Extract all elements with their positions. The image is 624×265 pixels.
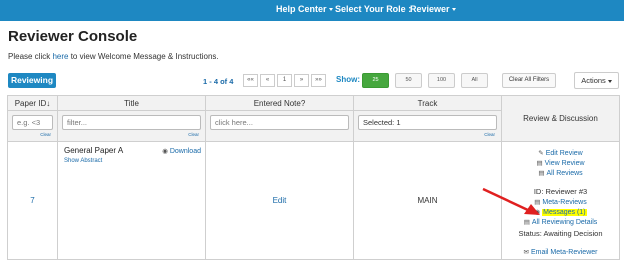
- edit-review-link[interactable]: ✎ Edit Review: [502, 149, 619, 157]
- clear-all-filters-button[interactable]: Clear All Filters: [502, 73, 556, 88]
- note-filter-input[interactable]: click here...: [210, 115, 349, 130]
- pager-page-button[interactable]: 1: [277, 74, 292, 87]
- reviewer-id-text: ID: Reviewer #3: [533, 187, 588, 196]
- download-link[interactable]: ◉ Download: [162, 147, 201, 155]
- view-review-link[interactable]: ▤ View Review: [502, 159, 619, 167]
- show-100-button[interactable]: 100: [428, 73, 455, 88]
- chevron-down-icon: [451, 8, 456, 12]
- pager-first-button[interactable]: ««: [243, 74, 258, 87]
- email-meta-reviewer-link[interactable]: ✉ Email Meta-Reviewer: [502, 248, 619, 256]
- show-50-button[interactable]: 50: [395, 73, 422, 88]
- pager-last-button[interactable]: »»: [311, 74, 326, 87]
- filter-cell-paper-id: e.g. <3 Clear: [7, 110, 58, 142]
- paper-id-filter-input[interactable]: e.g. <3: [12, 115, 53, 130]
- all-reviewing-details-link[interactable]: ▤ All Reviewing Details: [502, 218, 619, 226]
- col-header-track[interactable]: Track: [353, 95, 502, 111]
- paper-id-cell[interactable]: 7: [7, 141, 58, 260]
- top-nav-bar: Help Center Select Your Role : Reviewer: [0, 0, 624, 21]
- role-value: Reviewer: [410, 4, 450, 14]
- pager: «« « 1 » »»: [243, 74, 328, 87]
- email-meta-reviewer-label: Email Meta-Reviewer: [530, 249, 598, 256]
- track-filter-clear[interactable]: Clear: [484, 132, 495, 137]
- edit-review-label: Edit Review: [545, 150, 583, 157]
- title-cell: General Paper A Show Abstract ◉ Download: [57, 141, 206, 260]
- view-review-label: View Review: [544, 160, 585, 167]
- title-filter-clear[interactable]: Clear: [188, 132, 199, 137]
- show-label: Show:: [336, 75, 360, 84]
- chevron-down-icon: [607, 79, 612, 83]
- email-icon: ✉: [523, 249, 529, 256]
- intro-prefix: Please click: [8, 52, 53, 61]
- all-reviews-link[interactable]: ▤ All Reviews: [502, 169, 619, 177]
- col-header-review: Review & Discussion: [501, 95, 620, 142]
- list-icon: ▤: [534, 199, 541, 206]
- actions-label: Actions: [581, 76, 606, 85]
- col-header-title[interactable]: Title: [57, 95, 206, 111]
- edit-note-link[interactable]: Edit: [205, 141, 354, 260]
- table-row: 7 General Paper A Show Abstract ◉ Downloa…: [7, 141, 620, 260]
- intro-suffix: to view Welcome Message & Instructions.: [68, 52, 219, 61]
- list-icon: ▤: [538, 170, 545, 177]
- review-cell: ✎ Edit Review ▤ View Review ▤ All Reviews I…: [501, 141, 620, 260]
- show-abstract-link[interactable]: Show Abstract: [64, 158, 199, 164]
- col-header-paper-id[interactable]: Paper ID↓: [7, 95, 58, 111]
- show-25-button[interactable]: 25: [362, 73, 389, 88]
- list-icon: ▤: [536, 160, 543, 167]
- chevron-down-icon: [328, 8, 333, 12]
- title-filter-input[interactable]: filter...: [62, 115, 201, 130]
- download-icon: ◉: [162, 148, 168, 155]
- track-cell: MAIN: [353, 141, 502, 260]
- paper-id-filter-clear[interactable]: Clear: [40, 132, 51, 137]
- help-center-menu[interactable]: Help Center: [276, 4, 333, 14]
- message-icon: ◉: [534, 209, 541, 216]
- messages-link[interactable]: ◉ Messages (1): [502, 208, 619, 216]
- role-label: Select Your Role :: [335, 4, 412, 14]
- track-filter-select[interactable]: Selected: 1: [358, 115, 497, 130]
- filter-cell-note: click here...: [205, 110, 354, 142]
- show-all-button[interactable]: All: [461, 73, 488, 88]
- welcome-link[interactable]: here: [52, 52, 68, 61]
- filter-cell-title: filter... Clear: [57, 110, 206, 142]
- meta-reviews-label: Meta-Reviews: [542, 199, 587, 206]
- role-select[interactable]: Reviewer: [410, 4, 456, 14]
- page-title: Reviewer Console: [8, 28, 138, 45]
- help-center-label: Help Center: [276, 4, 327, 14]
- paging-info: 1 - 4 of 4: [203, 77, 234, 86]
- pager-next-button[interactable]: »: [294, 74, 309, 87]
- col-header-note[interactable]: Entered Note?: [205, 95, 354, 111]
- all-reviews-label: All Reviews: [546, 170, 583, 177]
- download-label: Download: [169, 148, 201, 155]
- edit-icon: ✎: [538, 150, 544, 157]
- reviewing-tab-button[interactable]: Reviewing: [8, 73, 56, 88]
- list-icon: ▤: [523, 219, 530, 226]
- all-reviewing-details-label: All Reviewing Details: [531, 219, 598, 226]
- intro-text: Please click here to view Welcome Messag…: [8, 52, 219, 61]
- actions-dropdown[interactable]: Actions: [574, 72, 619, 89]
- messages-label: Messages (1): [542, 209, 587, 216]
- paper-table: Paper ID↓ Title Entered Note? Track Revi…: [7, 95, 620, 260]
- status-text: Status: Awaiting Decision: [518, 229, 603, 238]
- meta-reviews-link[interactable]: ▤ Meta-Reviews: [502, 198, 619, 206]
- pager-prev-button[interactable]: «: [260, 74, 275, 87]
- filter-cell-track: Selected: 1 Clear: [353, 110, 502, 142]
